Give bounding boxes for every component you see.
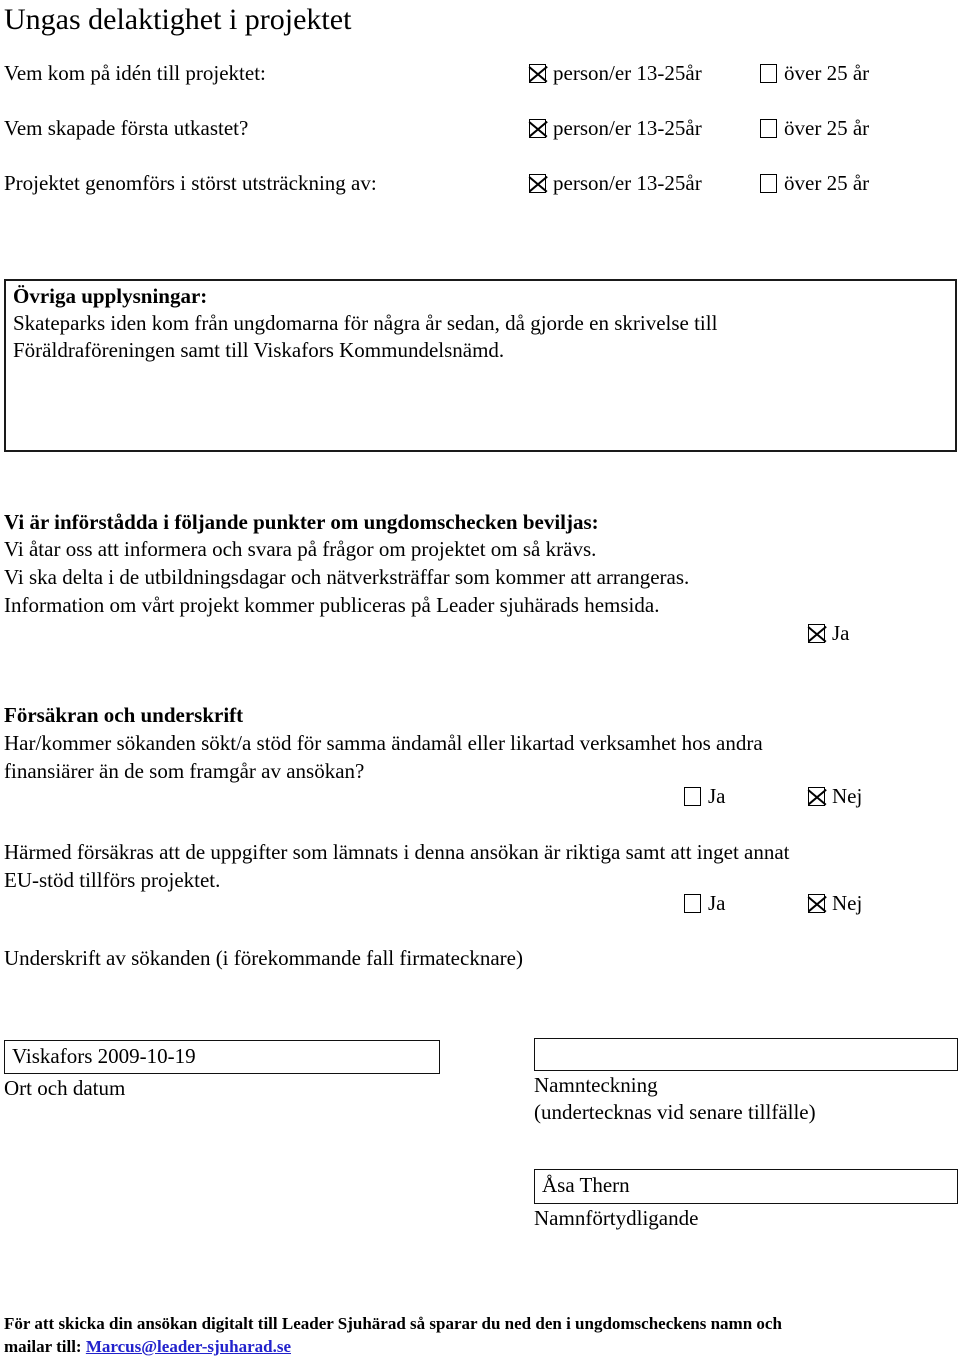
declaration-q1-ja-option[interactable]: Ja [684,783,726,810]
checkbox-checked-icon[interactable] [808,787,825,806]
declaration-heading: Försäkran och underskrift [4,703,244,727]
checkbox-empty-icon[interactable] [760,174,777,193]
participation-row-1: Vem kom på idén till projektet: person/e… [0,60,960,88]
printed-name-field[interactable]: Åsa Thern [534,1169,958,1204]
checkbox-empty-icon[interactable] [760,119,777,138]
place-and-date-caption: Ort och datum [4,1076,126,1100]
participation-row-2-young-option[interactable]: person/er 13-25år [529,115,702,142]
participation-row-1-young-option[interactable]: person/er 13-25år [529,60,702,87]
declaration-statement-line-1: Härmed försäkras att de uppgifter som lä… [4,840,790,864]
declaration-question-line-1: Har/kommer sökanden sökt/a stöd för samm… [4,731,763,755]
email-link[interactable]: Marcus@leader-sjuharad.se [86,1337,291,1356]
checkbox-checked-icon[interactable] [529,174,546,193]
other-information-line-1: Skateparks iden kom från ungdomarna för … [13,311,718,335]
checkbox-checked-icon[interactable] [529,64,546,83]
document-page: Ungas delaktighet i projektet Vem kom på… [0,0,960,1361]
checkbox-empty-icon[interactable] [684,894,701,913]
declaration-q2-ja-label: Ja [708,891,726,915]
other-information-heading: Övriga upplysningar: [13,284,208,308]
other-information-box[interactable]: Övriga upplysningar: Skateparks iden kom… [4,279,957,452]
signature-subcaption: (undertecknas vid senare tillfälle) [534,1100,816,1124]
terms-agree-label: Ja [832,621,850,645]
participation-row-3-young-option[interactable]: person/er 13-25år [529,170,702,197]
checkbox-checked-icon[interactable] [808,894,825,913]
footer-line-1: För att skicka din ansökan digitalt till… [4,1314,782,1333]
signature-caption: Namnteckning [534,1073,658,1097]
signature-field[interactable] [534,1038,958,1071]
declaration-q1-nej-label: Nej [832,784,863,808]
printed-name-caption: Namnförtydligande [534,1206,699,1230]
terms-heading: Vi är införstådda i följande punkter om … [4,510,599,534]
checkbox-empty-icon[interactable] [684,787,701,806]
checkbox-empty-icon[interactable] [760,64,777,83]
participation-question-3: Projektet genomförs i störst utsträcknin… [4,171,377,195]
participation-question-2: Vem skapade första utkastet? [4,116,249,140]
printed-name-value: Åsa Thern [542,1173,630,1197]
declaration-q1-ja-label: Ja [708,784,726,808]
participation-row-3-old-label: över 25 år [784,171,870,195]
terms-line-2: Vi ska delta i de utbildningsdagar och n… [4,565,690,589]
declaration-question-answer-row: Ja Nej [0,783,960,810]
other-information-line-2: Föräldraföreningen samt till Viskafors K… [13,338,505,362]
terms-line-3: Information om vårt projekt kommer publi… [4,593,660,617]
participation-question-1: Vem kom på idén till projektet: [4,61,266,85]
declaration-q2-nej-label: Nej [832,891,863,915]
participation-row-3-old-option[interactable]: över 25 år [760,170,869,197]
footer-line-2: mailar till: Marcus@leader-sjuharad.se [4,1335,291,1358]
declaration-question-line-2: finansiärer än de som framgår av ansökan… [4,759,365,783]
page-title: Ungas delaktighet i projektet [4,3,352,36]
participation-row-3-young-label: person/er 13-25år [553,171,702,195]
participation-row-1-young-label: person/er 13-25år [553,61,702,85]
declaration-q2-nej-option[interactable]: Nej [808,890,862,917]
footer-line-2-prefix: mailar till: [4,1337,86,1356]
place-and-date-value: Viskafors 2009-10-19 [12,1044,196,1068]
participation-row-2: Vem skapade första utkastet? person/er 1… [0,115,960,143]
terms-line-1: Vi åtar oss att informera och svara på f… [4,537,597,561]
checkbox-checked-icon[interactable] [808,624,825,643]
participation-row-1-old-label: över 25 år [784,61,870,85]
terms-agree-option[interactable]: Ja [808,620,850,647]
signature-section-caption: Underskrift av sökanden (i förekommande … [4,946,523,970]
place-and-date-field[interactable]: Viskafors 2009-10-19 [4,1040,440,1074]
participation-row-1-old-option[interactable]: över 25 år [760,60,869,87]
participation-row-2-old-label: över 25 år [784,116,870,140]
participation-row-2-young-label: person/er 13-25år [553,116,702,140]
declaration-q2-ja-option[interactable]: Ja [684,890,726,917]
declaration-q1-nej-option[interactable]: Nej [808,783,862,810]
checkbox-checked-icon[interactable] [529,119,546,138]
declaration-statement-answer-row: Ja Nej [0,890,960,917]
participation-row-2-old-option[interactable]: över 25 år [760,115,869,142]
participation-row-3: Projektet genomförs i störst utsträcknin… [0,170,960,198]
